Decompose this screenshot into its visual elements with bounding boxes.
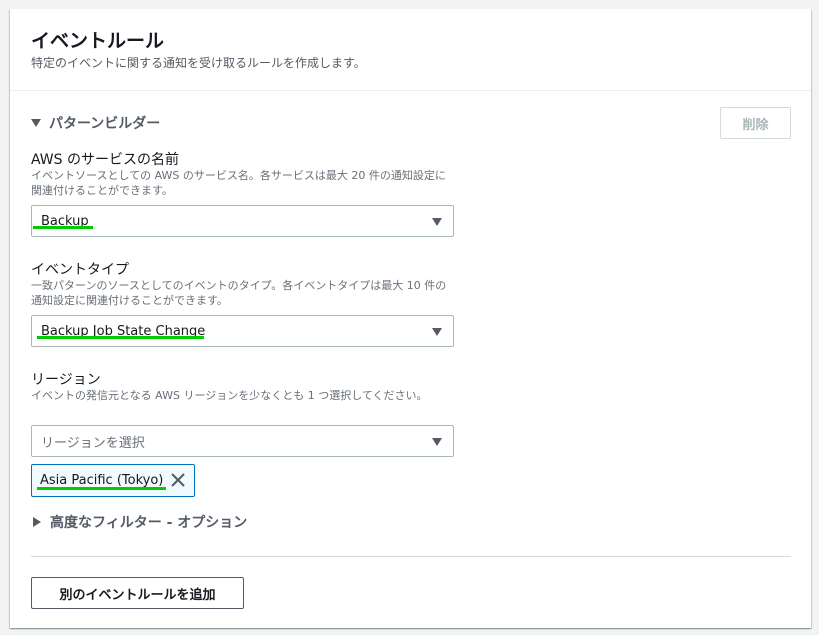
close-icon[interactable] [169, 471, 187, 489]
service-name-select[interactable]: Backup [31, 205, 454, 237]
advanced-filter-toggle[interactable]: 高度なフィルター - オプション [31, 512, 247, 532]
region-token-label: Asia Pacific (Tokyo) [40, 473, 164, 488]
divider [31, 556, 791, 557]
highlight-underline [37, 336, 204, 339]
event-type-label: イベントタイプ [31, 262, 129, 278]
event-rule-panel: イベントルール 特定のイベントに関する通知を受け取るルールを作成します。 パター… [10, 9, 811, 628]
panel-description: 特定のイベントに関する通知を受け取るルールを作成します。 [31, 56, 366, 70]
highlight-underline [37, 487, 166, 490]
caret-down-icon [31, 119, 41, 127]
event-type-select[interactable]: Backup Job State Change [31, 315, 454, 347]
region-token: Asia Pacific (Tokyo) [31, 464, 195, 497]
caret-right-icon [33, 517, 41, 527]
chevron-down-icon [432, 328, 442, 336]
highlight-underline [33, 226, 93, 229]
region-select[interactable]: リージョンを選択 [31, 425, 454, 457]
add-event-rule-button[interactable]: 別のイベントルールを追加 [31, 577, 244, 609]
panel-title: イベントルール [31, 30, 165, 52]
region-description: イベントの発信元となる AWS リージョンを少なくとも 1 つ選択してください。 [31, 389, 428, 402]
region-placeholder: リージョンを選択 [41, 435, 145, 451]
pattern-builder-label: パターンビルダー [49, 116, 161, 132]
region-label: リージョン [31, 372, 101, 388]
panel-header: イベントルール 特定のイベントに関する通知を受け取るルールを作成します。 [10, 9, 811, 91]
chevron-down-icon [432, 438, 442, 446]
pattern-builder-toggle[interactable]: パターンビルダー [31, 113, 160, 133]
event-type-description: 一致パターンのソースとしてのイベントのタイプ。各イベントタイプは最大 10 件の… [31, 279, 447, 307]
service-name-label: AWS のサービスの名前 [31, 152, 179, 168]
delete-button[interactable]: 削除 [720, 107, 791, 139]
advanced-filter-label: 高度なフィルター - オプション [50, 515, 248, 531]
chevron-down-icon [432, 218, 442, 226]
service-name-description: イベントソースとしての AWS のサービス名。各サービスは最大 20 件の通知設… [31, 169, 446, 197]
